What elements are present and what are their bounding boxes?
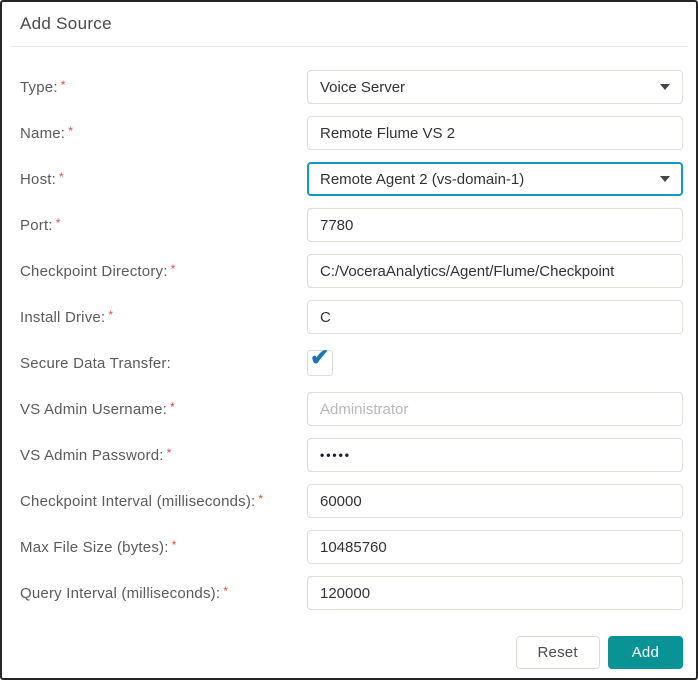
vs-admin-password-input[interactable] bbox=[307, 438, 683, 472]
host-selected-value: Remote Agent 2 (vs-domain-1) bbox=[320, 170, 525, 188]
type-label: Type: * bbox=[20, 79, 307, 96]
install-drive-input[interactable] bbox=[307, 300, 683, 334]
vs-admin-username-label-text: VS Admin Username: bbox=[20, 400, 167, 418]
secure-data-transfer-checkbox[interactable]: ✔ bbox=[307, 344, 333, 376]
checkpoint-interval-control bbox=[307, 484, 683, 518]
vs-admin-password-control bbox=[307, 438, 683, 472]
max-file-size-label-text: Max File Size (bytes): bbox=[20, 538, 169, 556]
install-drive-label-text: Install Drive: bbox=[20, 308, 106, 326]
form-row-install-drive: Install Drive: * bbox=[20, 300, 683, 334]
name-label: Name: * bbox=[20, 125, 307, 142]
form-row-host: Host: * Remote Agent 2 (vs-domain-1) bbox=[20, 162, 683, 196]
secure-data-transfer-label: Secure Data Transfer: bbox=[20, 355, 307, 372]
query-interval-input[interactable] bbox=[307, 576, 683, 610]
chevron-down-icon bbox=[660, 176, 670, 182]
checkpoint-interval-label-text: Checkpoint Interval (milliseconds): bbox=[20, 492, 256, 510]
host-label: Host: * bbox=[20, 171, 307, 188]
install-drive-control bbox=[307, 300, 683, 334]
required-asterisk: * bbox=[68, 123, 74, 138]
required-asterisk: * bbox=[170, 261, 176, 276]
vs-admin-username-label: VS Admin Username: * bbox=[20, 401, 307, 418]
host-select[interactable]: Remote Agent 2 (vs-domain-1) bbox=[307, 162, 683, 196]
query-interval-control bbox=[307, 576, 683, 610]
checkpoint-directory-input[interactable] bbox=[307, 254, 683, 288]
checkpoint-directory-label: Checkpoint Directory: * bbox=[20, 263, 307, 280]
required-asterisk: * bbox=[55, 215, 61, 230]
required-asterisk: * bbox=[60, 77, 66, 92]
form-row-port: Port: * bbox=[20, 208, 683, 242]
form-row-query-interval: Query Interval (milliseconds): * bbox=[20, 576, 683, 610]
host-label-text: Host: bbox=[20, 170, 57, 188]
query-interval-label-text: Query Interval (milliseconds): bbox=[20, 584, 221, 602]
vs-admin-password-label: VS Admin Password: * bbox=[20, 447, 307, 464]
form-row-checkpoint-interval: Checkpoint Interval (milliseconds): * bbox=[20, 484, 683, 518]
vs-admin-username-control bbox=[307, 392, 683, 426]
name-label-text: Name: bbox=[20, 124, 66, 142]
vs-admin-username-input[interactable] bbox=[307, 392, 683, 426]
secure-data-transfer-label-text: Secure Data Transfer: bbox=[20, 354, 171, 372]
type-select[interactable]: Voice Server bbox=[307, 70, 683, 104]
form-actions: Reset Add bbox=[515, 636, 683, 669]
secure-data-transfer-control: ✔ bbox=[307, 344, 683, 376]
name-control bbox=[307, 116, 683, 150]
type-control: Voice Server bbox=[307, 70, 683, 104]
checkpoint-directory-control bbox=[307, 254, 683, 288]
required-asterisk: * bbox=[59, 169, 64, 184]
port-control bbox=[307, 208, 683, 242]
max-file-size-control bbox=[307, 530, 683, 564]
form-fields: Type:*Voice ServerName:*Host:*Remote Age… bbox=[2, 47, 696, 610]
port-label: Port: * bbox=[20, 217, 307, 234]
checkpoint-directory-label-text: Checkpoint Directory: bbox=[20, 262, 168, 280]
add-source-panel: Add Source Type:*Voice ServerName:*Host:… bbox=[0, 0, 698, 680]
host-control: Remote Agent 2 (vs-domain-1) bbox=[307, 162, 683, 196]
port-label-text: Port: bbox=[20, 216, 53, 234]
type-selected-value: Voice Server bbox=[320, 78, 406, 96]
required-asterisk: * bbox=[108, 307, 114, 322]
page-title: Add Source bbox=[20, 14, 112, 33]
install-drive-label: Install Drive: * bbox=[20, 309, 307, 326]
checkpoint-interval-label: Checkpoint Interval (milliseconds): * bbox=[20, 493, 307, 510]
query-interval-label: Query Interval (milliseconds): * bbox=[20, 585, 307, 602]
vs-admin-password-label-text: VS Admin Password: bbox=[20, 446, 164, 464]
type-label-text: Type: bbox=[20, 78, 58, 96]
name-input[interactable] bbox=[307, 116, 683, 150]
form-row-max-file-size: Max File Size (bytes): * bbox=[20, 530, 683, 564]
form-row-checkpoint-directory: Checkpoint Directory: * bbox=[20, 254, 683, 288]
check-icon: ✔ bbox=[310, 344, 330, 370]
form-row-vs-admin-password: VS Admin Password: * bbox=[20, 438, 683, 472]
form-row-vs-admin-username: VS Admin Username: * bbox=[20, 392, 683, 426]
max-file-size-label: Max File Size (bytes): * bbox=[20, 539, 307, 556]
required-asterisk: * bbox=[223, 583, 229, 598]
required-asterisk: * bbox=[166, 445, 172, 460]
add-button[interactable]: Add bbox=[607, 636, 683, 669]
required-asterisk: * bbox=[171, 537, 177, 552]
form-row-secure-data-transfer: Secure Data Transfer: ✔ bbox=[20, 344, 683, 380]
panel-header: Add Source bbox=[2, 2, 696, 34]
port-input[interactable] bbox=[307, 208, 683, 242]
reset-button[interactable]: Reset bbox=[515, 636, 600, 669]
required-asterisk: * bbox=[258, 491, 264, 506]
chevron-down-icon bbox=[660, 84, 670, 90]
required-asterisk: * bbox=[170, 399, 175, 414]
form-row-name: Name: * bbox=[20, 116, 683, 150]
form-row-type: Type: * Voice Server bbox=[20, 70, 683, 104]
max-file-size-input[interactable] bbox=[307, 530, 683, 564]
checkpoint-interval-input[interactable] bbox=[307, 484, 683, 518]
